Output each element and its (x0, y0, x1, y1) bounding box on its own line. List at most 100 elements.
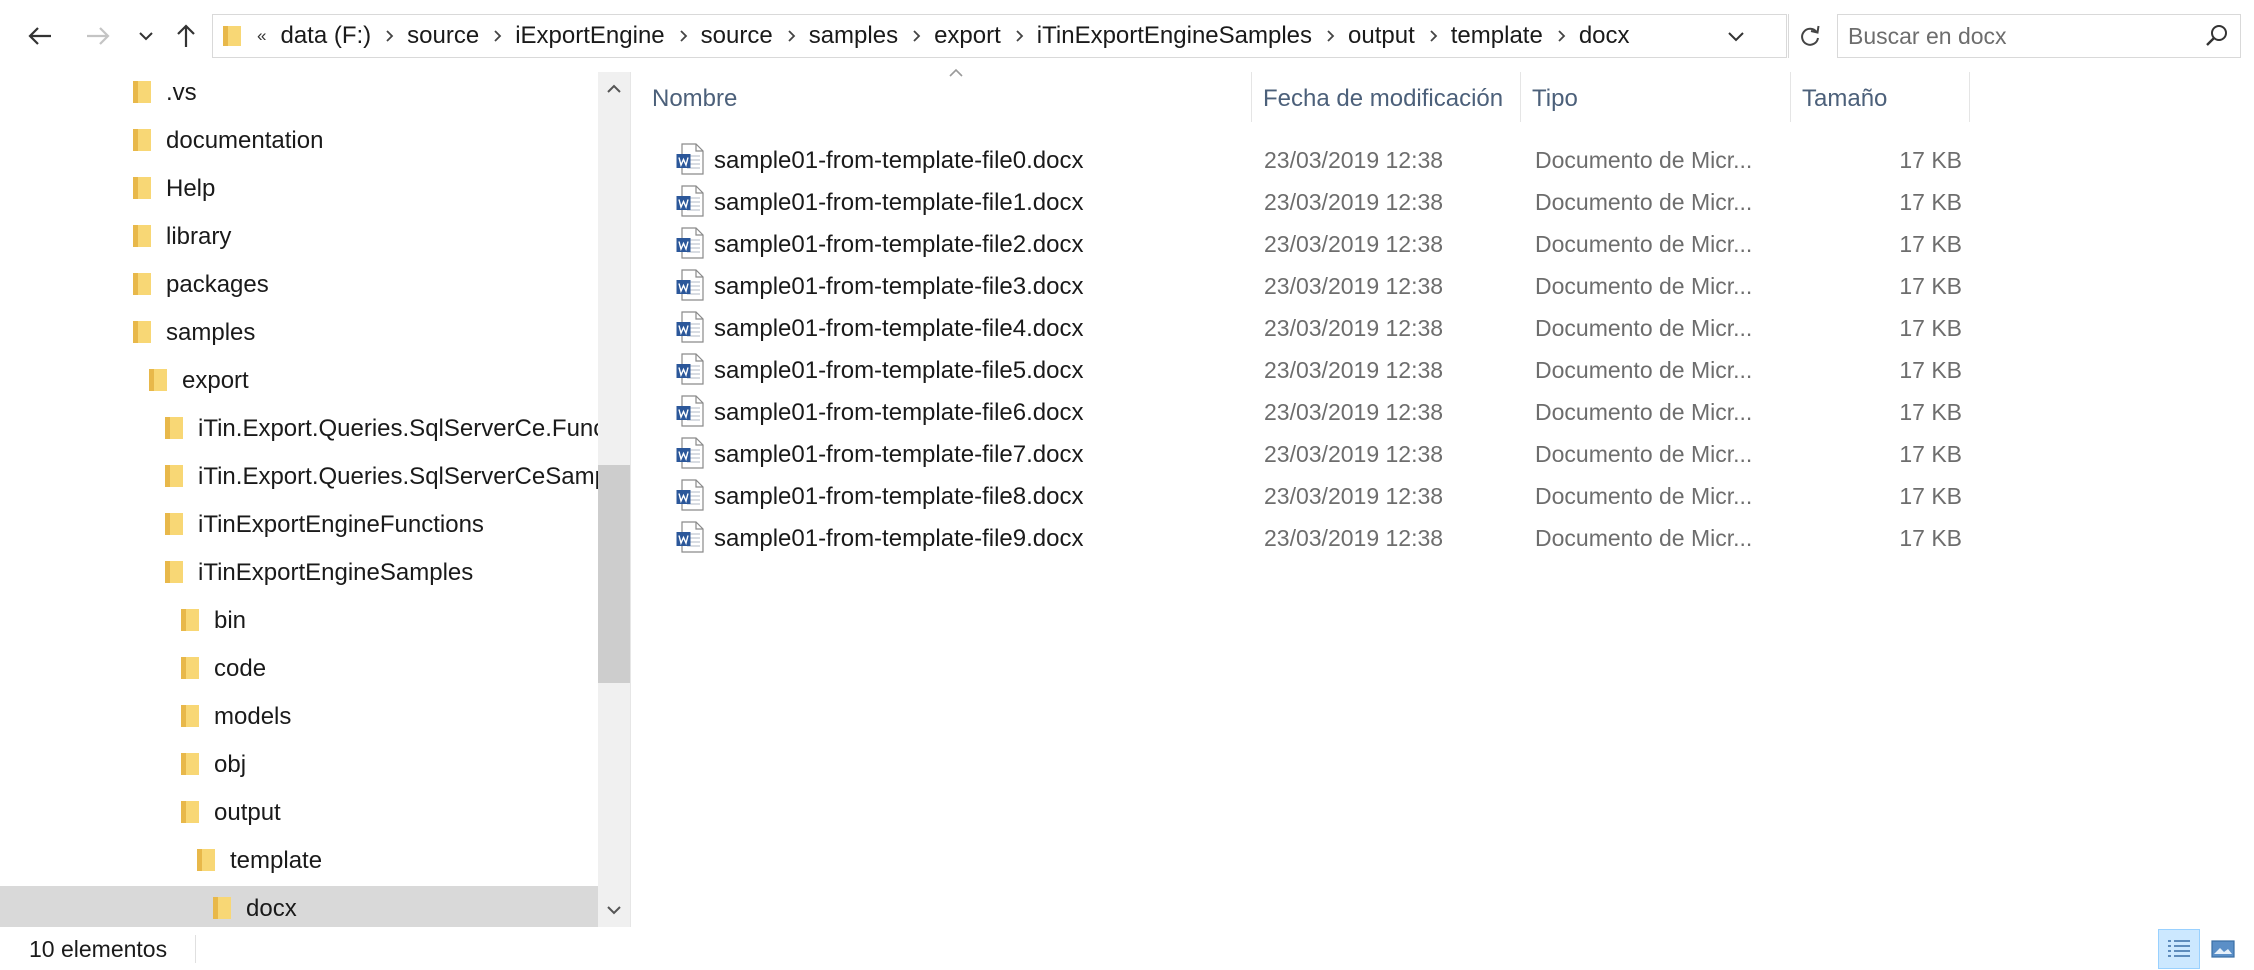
file-row[interactable]: sample01-from-template-file1.docx 23/03/2… (662, 180, 1962, 222)
breadcrumb-segment[interactable]: template (1447, 22, 1547, 50)
tree-item[interactable]: documentation (0, 118, 598, 164)
breadcrumb-segment[interactable]: iExportEngine (511, 22, 668, 50)
tree-item[interactable]: code (0, 646, 598, 692)
forward-button[interactable] (76, 14, 120, 58)
breadcrumb-segment[interactable]: source (403, 22, 483, 50)
file-date: 23/03/2019 12:38 (1264, 525, 1444, 551)
chevron-up-icon (607, 84, 621, 93)
tree-item[interactable]: iTin.Export.Queries.SqlServerCeSamples (0, 454, 598, 500)
breadcrumb-chevron-icon[interactable] (1316, 14, 1344, 58)
tree-item[interactable]: iTinExportEngineFunctions (0, 502, 598, 548)
breadcrumb-chevron-icon[interactable] (375, 14, 403, 58)
file-name: sample01-from-template-file9.docx (714, 525, 1084, 552)
details-view-button[interactable] (2158, 929, 2200, 969)
file-name: sample01-from-template-file3.docx (714, 273, 1084, 300)
search-icon[interactable] (2204, 23, 2230, 49)
tree-item[interactable]: docx (0, 886, 598, 927)
address-dropdown-button[interactable] (1716, 15, 1756, 57)
column-header-type[interactable]: Tipo (1520, 82, 1578, 116)
breadcrumb-chevron-icon[interactable] (777, 14, 805, 58)
breadcrumb-item: docx (1575, 22, 1634, 50)
file-date: 23/03/2019 12:38 (1264, 189, 1444, 215)
tree-item-label: samples (166, 319, 256, 346)
breadcrumb-item: iTinExportEngineSamples (1033, 14, 1344, 58)
word-document-icon (676, 143, 704, 180)
tree-item-label: iTinExportEngineFunctions (198, 511, 484, 538)
tree-item-label: iTinExportEngineSamples (198, 559, 474, 586)
folder-icon (132, 224, 152, 253)
file-type: Documento de Micr... (1535, 273, 1753, 299)
refresh-button[interactable] (1788, 14, 1830, 58)
tree-item[interactable]: packages (0, 262, 598, 308)
tree-item[interactable]: bin (0, 598, 598, 644)
breadcrumb-overflow[interactable]: « (257, 26, 266, 46)
breadcrumb-chevron-icon[interactable] (1005, 14, 1033, 58)
large-icons-view-button[interactable] (2202, 929, 2244, 969)
breadcrumb-segment[interactable]: data (F:) (276, 22, 375, 50)
tree-item[interactable]: iTin.Export.Queries.SqlServerCe.Function… (0, 406, 598, 452)
file-size: 17 KB (1899, 441, 1962, 467)
breadcrumb-segment[interactable]: source (697, 22, 777, 50)
tree-item[interactable]: obj (0, 742, 598, 788)
column-header-name[interactable]: Nombre (640, 82, 737, 116)
back-button[interactable] (18, 14, 62, 58)
navigation-pane-scrollbar[interactable] (598, 72, 630, 927)
breadcrumb-segment[interactable]: export (930, 22, 1005, 50)
file-row[interactable]: sample01-from-template-file2.docx 23/03/2… (662, 222, 1962, 264)
file-row[interactable]: sample01-from-template-file9.docx 23/03/2… (662, 516, 1962, 558)
file-size: 17 KB (1899, 189, 1962, 215)
up-button[interactable] (164, 14, 208, 58)
breadcrumb-chevron-icon[interactable] (669, 14, 697, 58)
file-row[interactable]: sample01-from-template-file5.docx 23/03/2… (662, 348, 1962, 390)
column-header-size[interactable]: Tamaño (1790, 82, 1887, 116)
breadcrumb-segment[interactable]: docx (1575, 22, 1634, 50)
file-row[interactable]: sample01-from-template-file8.docx 23/03/2… (662, 474, 1962, 516)
search-input[interactable] (1846, 21, 2190, 51)
address-bar[interactable]: « data (F:) source iExportEngine source samp… (212, 14, 1819, 58)
breadcrumb-segment[interactable]: output (1344, 22, 1419, 50)
file-name: sample01-from-template-file4.docx (714, 315, 1084, 342)
breadcrumb-chevron-icon[interactable] (1419, 14, 1447, 58)
tree-item[interactable]: samples (0, 310, 598, 356)
column-headers: Nombre Fecha de modificación Tipo Tamaño (640, 68, 1970, 124)
breadcrumb-chevron-icon[interactable] (1547, 14, 1575, 58)
folder-icon (132, 320, 152, 349)
tree-item[interactable]: template (0, 838, 598, 884)
file-size: 17 KB (1899, 231, 1962, 257)
file-row[interactable]: sample01-from-template-file7.docx 23/03/2… (662, 432, 1962, 474)
breadcrumb-chevron-icon[interactable] (902, 14, 930, 58)
folder-icon (212, 896, 232, 925)
tree-item[interactable]: export (0, 358, 598, 404)
file-type: Documento de Micr... (1535, 399, 1753, 425)
tree-item[interactable]: models (0, 694, 598, 740)
tree-item[interactable]: output (0, 790, 598, 836)
breadcrumb-item: source (697, 14, 805, 58)
scroll-down-button[interactable] (598, 893, 630, 927)
column-separator[interactable] (1969, 72, 1970, 122)
tree-item[interactable]: library (0, 214, 598, 260)
breadcrumb-chevron-icon[interactable] (483, 14, 511, 58)
file-size: 17 KB (1899, 525, 1962, 551)
recent-locations-button[interactable] (124, 14, 168, 58)
file-date: 23/03/2019 12:38 (1264, 231, 1444, 257)
breadcrumb-segment[interactable]: iTinExportEngineSamples (1033, 22, 1316, 50)
breadcrumb-segment[interactable]: samples (805, 22, 902, 50)
scroll-thumb[interactable] (598, 465, 630, 683)
file-row[interactable]: sample01-from-template-file0.docx 23/03/2… (662, 138, 1962, 180)
file-row[interactable]: sample01-from-template-file4.docx 23/03/2… (662, 306, 1962, 348)
refresh-icon (1800, 25, 1819, 46)
tree-item-label: iTin.Export.Queries.SqlServerCeSamples (198, 463, 598, 490)
column-header-date[interactable]: Fecha de modificación (1251, 82, 1503, 116)
folder-icon (217, 14, 247, 58)
scroll-up-button[interactable] (598, 72, 630, 106)
tree-item[interactable]: iTinExportEngineSamples (0, 550, 598, 596)
word-document-icon (676, 185, 704, 222)
tree-item[interactable]: .vs (0, 72, 598, 116)
pane-divider[interactable] (630, 72, 631, 927)
file-row[interactable]: sample01-from-template-file3.docx 23/03/2… (662, 264, 1962, 306)
word-document-icon (676, 521, 704, 558)
file-row[interactable]: sample01-from-template-file6.docx 23/03/2… (662, 390, 1962, 432)
file-date: 23/03/2019 12:38 (1264, 357, 1444, 383)
tree-item[interactable]: Help (0, 166, 598, 212)
large-icons-view-icon (2211, 940, 2235, 958)
